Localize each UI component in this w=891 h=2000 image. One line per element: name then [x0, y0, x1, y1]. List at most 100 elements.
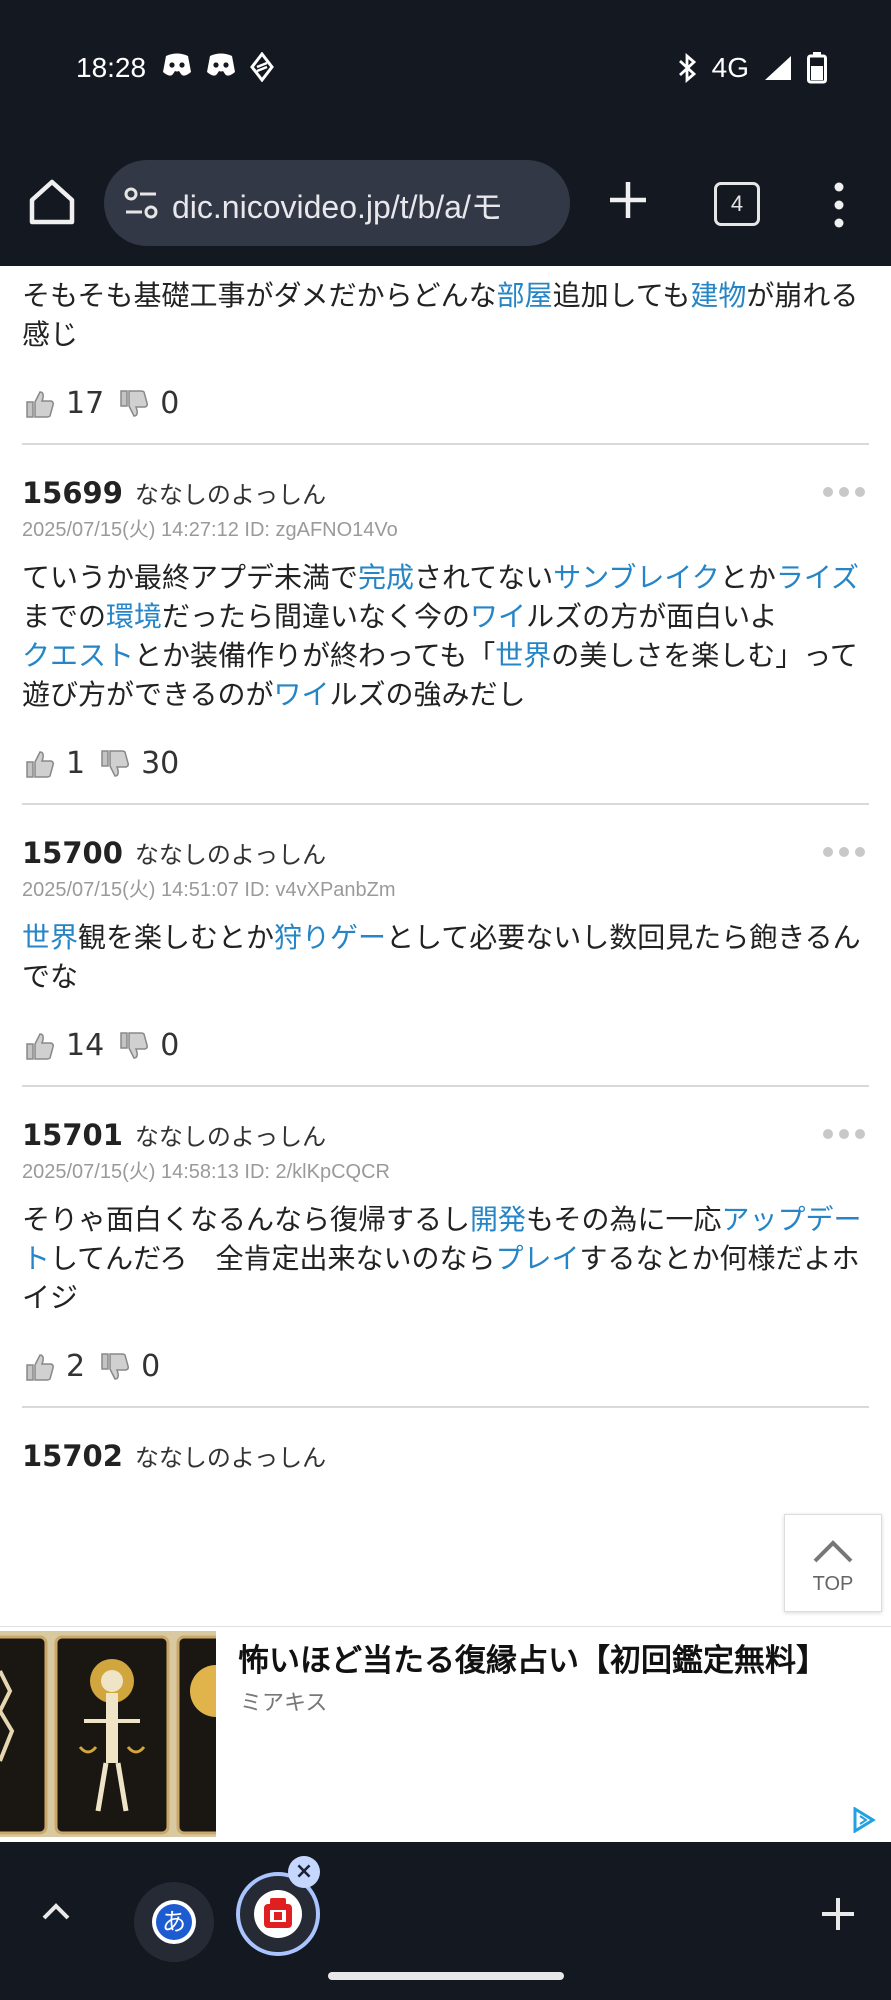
post-text: ルズの強みだし	[329, 678, 526, 711]
chevron-up-icon	[813, 1540, 853, 1563]
post-body: ていうか最終アプデ未満で完成されてないサンブレイクとかライズまでの環境だったら間…	[22, 558, 869, 714]
ad-banner[interactable]: 怖いほど当たる復縁占い【初回鑑定無料】 ミアキス	[0, 1626, 891, 1841]
keyword-link[interactable]: プレイ	[496, 1242, 580, 1275]
post-header: 15700 ななしのよっしん	[22, 835, 869, 873]
discord-icon	[207, 53, 235, 76]
signal-icon	[765, 56, 791, 80]
bad-count: 30	[141, 746, 180, 781]
url-text[interactable]: dic.nicovideo.jp/t/b/a/モ	[172, 182, 503, 228]
post-menu-icon[interactable]	[821, 1127, 867, 1141]
keyword-link[interactable]: ワイ	[470, 600, 526, 633]
post-body: 世界観を楽しむとか狩りゲーとして必要ないし数回見たら飽きるんでな	[22, 918, 869, 996]
post-number[interactable]: 15702	[22, 1439, 123, 1473]
keyword-link[interactable]: 環境	[106, 600, 162, 633]
scroll-top-button[interactable]: TOP	[784, 1514, 882, 1612]
status-time: 18:28	[76, 52, 147, 83]
post-text: とか装備作りが終わっても「	[134, 639, 496, 672]
thumbs-up-icon[interactable]	[24, 748, 56, 780]
site-settings-icon[interactable]	[120, 182, 162, 224]
post-body: そりゃ面白くなるんなら復帰するし開発もその為に一応アップデートしてんだろ 全肯定…	[22, 1200, 869, 1317]
post-text: そりゃ面白くなるんなら復帰するし	[22, 1203, 471, 1236]
keyword-link[interactable]: 世界	[22, 921, 78, 954]
browser-toolbar: dic.nicovideo.jp/t/b/a/モ 4	[0, 150, 891, 266]
post-text: されてない	[414, 561, 554, 594]
post-date: 2025/07/15(火) 14:27:12 ID: zgAFNO14Vo	[22, 519, 398, 541]
ad-choices-icon[interactable]	[851, 1807, 877, 1833]
keyword-link[interactable]: 建物	[690, 279, 746, 312]
tab-favicon-label: あ	[156, 1904, 192, 1940]
post-menu-icon[interactable]	[821, 485, 867, 499]
keyword-link[interactable]: 開発	[470, 1203, 526, 1236]
keyword-link[interactable]: サンブレイク	[553, 561, 720, 594]
thumbs-up-icon[interactable]	[24, 1030, 56, 1062]
gesture-home-indicator[interactable]	[328, 1972, 564, 1980]
keyword-link[interactable]: 世界	[495, 639, 551, 672]
more-menu-icon[interactable]	[824, 178, 854, 232]
post-text: とか	[719, 561, 776, 594]
tab-group-item[interactable]: あ	[134, 1882, 214, 1962]
battery-icon	[807, 52, 827, 84]
post-text: してんだろ 全肯定出来ないのなら	[50, 1242, 496, 1275]
good-count: 1	[66, 746, 86, 781]
good-count: 17	[66, 386, 105, 421]
tab-favicon: あ	[152, 1900, 196, 1944]
keyword-link[interactable]: ライズ	[776, 561, 859, 594]
thumbs-down-icon[interactable]	[118, 388, 150, 420]
thumbs-down-icon[interactable]	[118, 1030, 150, 1062]
thumbs-down-icon[interactable]	[99, 1351, 131, 1383]
address-bar[interactable]: dic.nicovideo.jp/t/b/a/モ	[104, 160, 570, 246]
good-count: 2	[66, 1349, 86, 1384]
thumbs-up-icon[interactable]	[24, 388, 56, 420]
keyword-link[interactable]: 部屋	[497, 279, 553, 312]
bad-count: 0	[160, 386, 180, 421]
post-header: 15702 ななしのよっしん	[22, 1438, 869, 1476]
status-bar: 18:28 4G	[0, 0, 891, 150]
bad-count: 0	[160, 1028, 180, 1063]
post-text: そもそも基礎工事がダメだからどんな	[22, 279, 497, 312]
post-date: 2025/07/15(火) 14:51:07 ID: v4vXPanbZm	[22, 879, 396, 901]
post-date: 2025/07/15(火) 14:58:13 ID: 2/klKpCQCR	[22, 1161, 390, 1183]
keyword-link[interactable]: 完成	[358, 561, 414, 594]
post-text: 観を楽しむとか	[78, 921, 275, 954]
new-tab-icon[interactable]	[600, 172, 656, 228]
poster-name: ななしのよっしん	[134, 841, 327, 869]
post-number[interactable]: 15699	[22, 476, 123, 510]
keyword-link[interactable]: クエスト	[22, 639, 134, 672]
keyword-link[interactable]: ワイ	[273, 678, 329, 711]
chevron-up-icon[interactable]	[36, 1896, 76, 1926]
post-number[interactable]: 15701	[22, 1118, 123, 1152]
post-text: だったら間違いなく今の	[162, 600, 471, 633]
status-right: 4G	[676, 52, 827, 84]
tab-favicon	[254, 1890, 302, 1938]
tarot-ad-image[interactable]	[0, 1631, 216, 1837]
nicopedia-icon	[264, 1898, 292, 1928]
thumbs-up-icon[interactable]	[24, 1351, 56, 1383]
network-type: 4G	[711, 52, 749, 83]
vote-row: 1 30	[24, 746, 891, 781]
discord-icon	[163, 53, 191, 76]
vote-row: 17 0	[24, 386, 891, 421]
tab-switcher-button[interactable]: 4	[714, 182, 760, 226]
home-icon[interactable]	[24, 174, 80, 230]
close-tab-button[interactable]: ×	[288, 1856, 320, 1888]
add-tab-icon[interactable]	[816, 1892, 860, 1936]
post-body: そもそも基礎工事がダメだからどんな部屋追加しても建物が崩れる感じ	[22, 276, 869, 354]
poster-name: ななしのよっしん	[134, 1444, 327, 1472]
post-number[interactable]: 15700	[22, 836, 123, 870]
poster-name: ななしのよっしん	[134, 1123, 327, 1151]
bluetooth-icon	[678, 53, 696, 83]
post-text: 追加しても	[552, 279, 691, 312]
thread-content: そもそも基礎工事がダメだからどんな部屋追加しても建物が崩れる感じ 17 0 15…	[0, 266, 891, 1626]
poster-name: ななしのよっしん	[134, 481, 327, 509]
ad-title[interactable]: 怖いほど当たる復縁占い【初回鑑定無料】	[238, 1635, 827, 1680]
thumbs-down-icon[interactable]	[99, 748, 131, 780]
post-header: 15699 ななしのよっしん	[22, 475, 869, 513]
post-menu-icon[interactable]	[821, 845, 867, 859]
good-count: 14	[66, 1028, 105, 1063]
scroll-top-label: TOP	[812, 1573, 854, 1595]
vote-row: 14 0	[24, 1028, 891, 1063]
bad-count: 0	[141, 1349, 161, 1384]
keyword-link[interactable]: 狩りゲー	[274, 921, 386, 954]
post-text: までの	[22, 600, 107, 633]
vote-row: 2 0	[24, 1349, 891, 1384]
